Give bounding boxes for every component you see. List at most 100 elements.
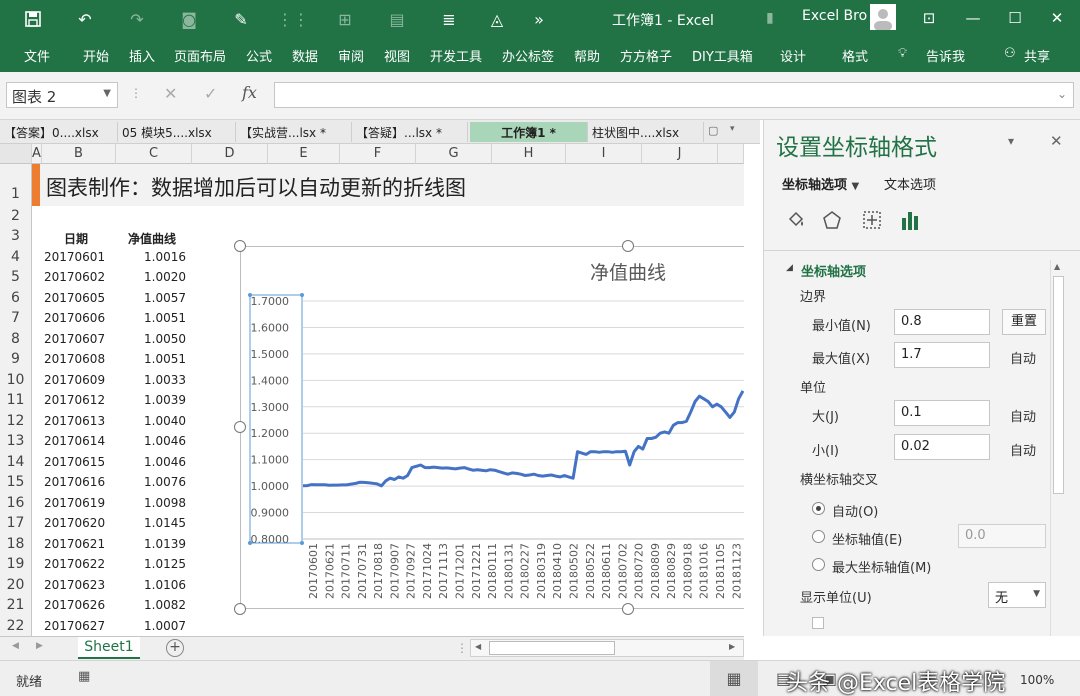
scroll-thumb[interactable]	[489, 641, 615, 655]
user-name[interactable]: Excel Bro	[802, 8, 867, 24]
cell-date[interactable]: 20170616	[44, 475, 105, 489]
tab-data[interactable]: 数据	[292, 46, 318, 65]
scroll-left-icon[interactable]: ◀	[475, 642, 481, 651]
cell-nav[interactable]: 1.0051	[144, 311, 186, 325]
camera-icon[interactable]: ◙	[176, 6, 202, 32]
tab-office-tab[interactable]: 办公标签	[502, 46, 554, 65]
row-header[interactable]: 5	[0, 267, 32, 288]
column-header[interactable]: D	[192, 144, 268, 164]
sheet-tab-sheet1[interactable]: Sheet1	[78, 637, 140, 659]
align-icon[interactable]: ⋮⋮	[277, 6, 309, 32]
checkbox-show-units[interactable]	[812, 617, 824, 629]
cell-date[interactable]: 20170608	[44, 352, 105, 366]
reset-button[interactable]: 重置	[1002, 309, 1046, 335]
cell-nav[interactable]: 1.0039	[144, 393, 186, 407]
pane-options-icon[interactable]: ▾	[1008, 134, 1014, 148]
tab-developer[interactable]: 开发工具	[430, 46, 482, 65]
tab-file[interactable]: 文件	[24, 46, 50, 65]
tab-format[interactable]: 格式	[842, 46, 868, 65]
ribbon-display-icon[interactable]: ⊡	[914, 4, 944, 32]
cell-nav[interactable]: 1.0040	[144, 414, 186, 428]
cell-nav[interactable]: 1.0076	[144, 475, 186, 489]
cell-date[interactable]: 20170609	[44, 373, 105, 387]
minimize-button[interactable]: —	[958, 4, 988, 32]
row-header[interactable]: 16	[0, 493, 32, 513]
cell-date[interactable]: 20170623	[44, 578, 105, 592]
cell-nav[interactable]: 1.0033	[144, 373, 186, 387]
row-header[interactable]: 12	[0, 411, 32, 431]
undo-icon[interactable]: ↶	[72, 6, 98, 32]
cell-date[interactable]: 20170619	[44, 496, 105, 510]
scroll-right-icon[interactable]: ▶	[729, 642, 735, 651]
row-header[interactable]: 8	[0, 329, 32, 349]
close-pane-icon[interactable]: ✕	[1050, 132, 1063, 150]
cell-nav[interactable]: 1.0082	[144, 598, 186, 612]
maximize-button[interactable]: ☐	[1000, 4, 1030, 32]
row-header[interactable]: 6	[0, 288, 32, 308]
min-value-input[interactable]: 0.8	[894, 309, 990, 335]
tell-me[interactable]: 告诉我	[926, 46, 965, 65]
resize-handle[interactable]	[234, 240, 246, 252]
cell-nav[interactable]: 1.0020	[144, 270, 186, 284]
doc-tab[interactable]: 05 模块5....xlsx	[118, 122, 236, 142]
scroll-up-icon[interactable]: ▲	[1054, 262, 1060, 271]
cell-date[interactable]: 20170605	[44, 291, 105, 305]
redo-icon[interactable]: ↷	[124, 6, 150, 32]
cell-date[interactable]: 20170607	[44, 332, 105, 346]
auto-button[interactable]: 自动	[1010, 348, 1036, 367]
header-nav[interactable]: 净值曲线	[128, 230, 176, 247]
column-header[interactable]: A	[32, 144, 42, 164]
cell-nav[interactable]: 1.0046	[144, 455, 186, 469]
cell-date[interactable]: 20170627	[44, 619, 105, 633]
chevron-down-icon[interactable]: ▼	[103, 88, 111, 99]
column-header[interactable]: I	[566, 144, 642, 164]
tab-insert[interactable]: 插入	[129, 46, 155, 65]
expand-icon[interactable]: ⌄	[1057, 87, 1067, 101]
cell-date[interactable]: 20170613	[44, 414, 105, 428]
format-painter-icon[interactable]: ✎	[228, 6, 254, 32]
collapse-icon[interactable]: ◢	[786, 263, 793, 273]
avatar[interactable]	[870, 4, 896, 30]
cell-date[interactable]: 20170615	[44, 455, 105, 469]
cell-nav[interactable]: 1.0050	[144, 332, 186, 346]
row-header[interactable]: 2	[0, 206, 32, 226]
name-box[interactable]: 图表 2 ▼	[6, 82, 118, 108]
tab-diy-toolbox[interactable]: DIY工具箱	[692, 46, 753, 65]
header-date[interactable]: 日期	[64, 230, 88, 247]
cell-nav[interactable]: 1.0057	[144, 291, 186, 305]
cell-nav[interactable]: 1.0145	[144, 516, 186, 530]
cell-date[interactable]: 20170626	[44, 598, 105, 612]
tab-formulas[interactable]: 公式	[246, 46, 272, 65]
resize-handle[interactable]	[622, 603, 634, 615]
row-header[interactable]: 14	[0, 452, 32, 472]
cell-date[interactable]: 20170612	[44, 393, 105, 407]
column-header[interactable]: F	[340, 144, 416, 164]
cell-date[interactable]: 20170621	[44, 537, 105, 551]
tab-text-options[interactable]: 文本选项	[884, 174, 936, 193]
cell-date[interactable]: 20170620	[44, 516, 105, 530]
row-header[interactable]: 9	[0, 349, 32, 370]
chart-area[interactable]: 净值曲线 0.8000 0.9000 1.0000 1.1000 1.2000 1.3000…	[240, 246, 744, 609]
tab-help[interactable]: 帮助	[574, 46, 600, 65]
tab-review[interactable]: 审阅	[338, 46, 364, 65]
next-sheet-icon[interactable]: ▶	[36, 641, 43, 651]
cell-date[interactable]: 20170614	[44, 434, 105, 448]
resize-handle[interactable]	[622, 240, 634, 252]
pane-scrollbar[interactable]: ▲	[1050, 260, 1066, 636]
row-header[interactable]: 11	[0, 390, 32, 411]
cell-date[interactable]: 20170606	[44, 311, 105, 325]
auto-button[interactable]: 自动	[1010, 440, 1036, 459]
cell-date[interactable]: 20170602	[44, 270, 105, 284]
cell-nav[interactable]: 1.0051	[144, 352, 186, 366]
insert-function-icon[interactable]: fx	[242, 83, 257, 102]
fill-line-icon[interactable]	[786, 210, 806, 233]
resize-handle[interactable]	[234, 603, 246, 615]
save-icon[interactable]	[20, 6, 46, 32]
tab-list-icon[interactable]: ▾	[730, 124, 735, 134]
banner-title[interactable]: 图表制作：数据增加后可以自动更新的折线图	[46, 172, 466, 202]
horizontal-scrollbar[interactable]: ◀ ▶	[470, 639, 744, 657]
tab-fangfang[interactable]: 方方格子	[620, 46, 672, 65]
effects-icon[interactable]	[822, 210, 842, 233]
fill-color-icon[interactable]: ◬	[484, 6, 510, 32]
cell-nav[interactable]: 1.0098	[144, 496, 186, 510]
